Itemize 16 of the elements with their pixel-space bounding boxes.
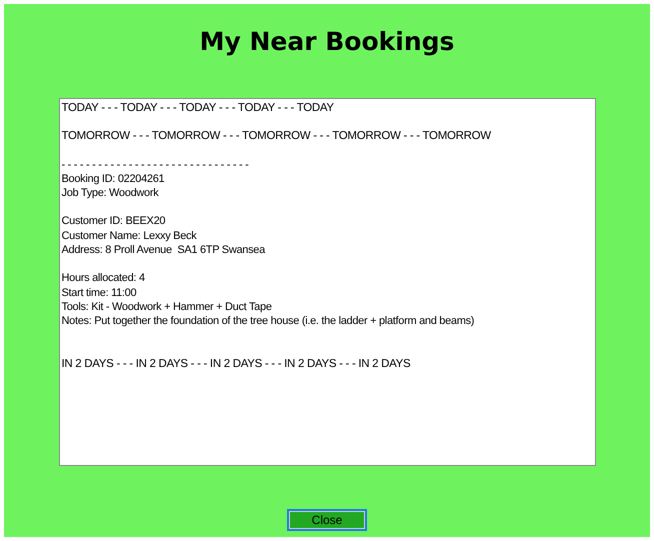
text-line: Customer ID: BEEX20 bbox=[62, 214, 166, 229]
text-line: Job Type: Woodwork bbox=[62, 186, 160, 200]
bookings-text-area[interactable] bbox=[58, 98, 596, 466]
close-button[interactable]: Close bbox=[287, 509, 367, 531]
text-line: Start time: 11:00 bbox=[62, 286, 138, 300]
text-line: Notes: Put together the foundation of the tree house (i.e. the ladder + platform and beams) bbox=[62, 314, 476, 329]
text-line: IN 2 DAYS - - - IN 2 DAYS - - - IN 2 DAYS - - - IN 2 DAYS - - - IN 2 DAYS bbox=[62, 356, 412, 371]
window-title: My Near Bookings bbox=[200, 26, 454, 58]
text-line: TOMORROW - - - TOMORROW - - - TOMORROW - - - TOMORROW - - - TOMORROW bbox=[62, 129, 492, 144]
text-line: Tools: Kit - Woodwork + Hammer + Duct Tape bbox=[62, 300, 273, 314]
text-line: Customer Name: Lexxy Beck bbox=[62, 228, 198, 244]
text-line: Address: 8 Proll Avenue SA1 6TP Swansea bbox=[62, 243, 266, 258]
text-line: - - - - - - - - - - - - - - - - - - - - - - - - - - - - - - - bbox=[62, 158, 250, 172]
text-line: TODAY - - - TODAY - - - TODAY - - - TODAY - - - TODAY bbox=[62, 101, 335, 116]
text-line: Hours allocated: 4 bbox=[62, 271, 146, 286]
text-line: Booking ID: 02204261 bbox=[62, 172, 166, 186]
